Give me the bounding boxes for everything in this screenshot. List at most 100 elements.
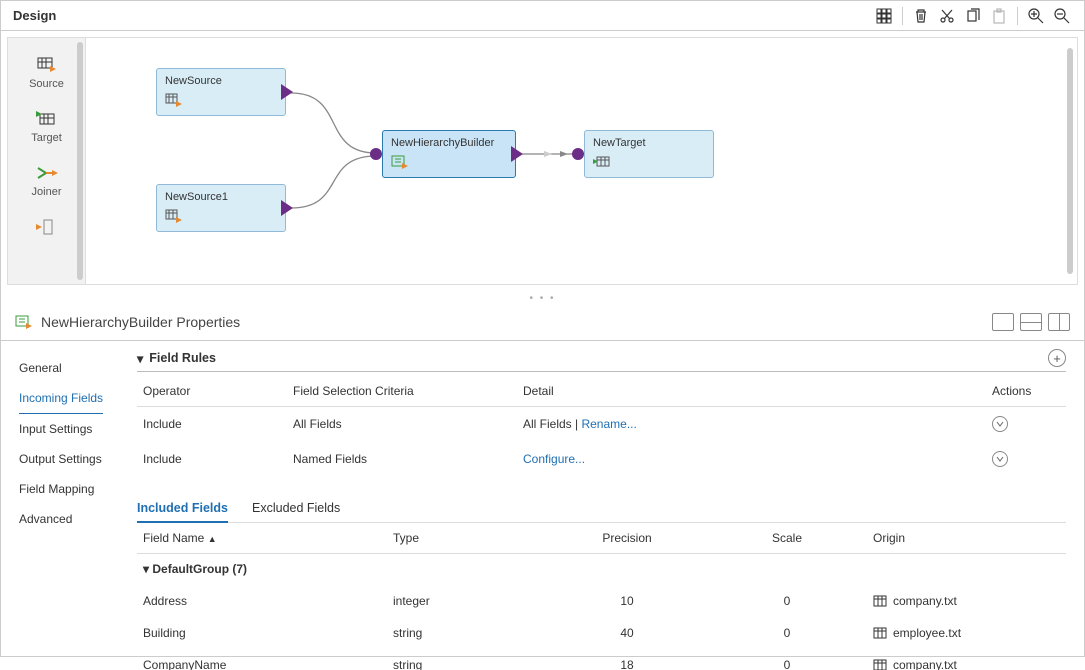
palette-more[interactable] [8, 210, 85, 248]
field-precision: 40 [547, 617, 707, 649]
properties-body: General Incoming Fields Input Settings O… [1, 340, 1084, 670]
properties-title: NewHierarchyBuilder Properties [41, 314, 240, 330]
rule-action-menu[interactable] [992, 416, 1008, 432]
toolbar-separator [1017, 7, 1018, 25]
sort-asc-icon: ▲ [208, 534, 217, 544]
properties-header: NewHierarchyBuilder Properties [1, 305, 1084, 340]
properties-nav: General Incoming Fields Input Settings O… [9, 341, 127, 670]
node-label: NewHierarchyBuilder [391, 137, 507, 149]
field-group-row[interactable]: ▾ DefaultGroup (7) [137, 554, 1066, 586]
output-port[interactable] [511, 146, 525, 162]
node-label: NewSource1 [165, 191, 277, 203]
field-name: CompanyName [137, 649, 387, 670]
source-icon [165, 93, 183, 107]
nav-output-settings[interactable]: Output Settings [19, 444, 127, 474]
nav-incoming-fields[interactable]: Incoming Fields [19, 383, 103, 414]
file-icon [873, 627, 887, 639]
rule-operator: Include [137, 442, 287, 477]
source-icon [36, 56, 58, 74]
col-origin[interactable]: Origin [867, 523, 1066, 554]
paste-icon [989, 6, 1009, 26]
field-origin: employee.txt [873, 626, 1060, 640]
node-newhierarchybuilder[interactable]: NewHierarchyBuilder [382, 130, 516, 178]
configure-link[interactable]: Configure... [523, 452, 585, 466]
col-scale[interactable]: Scale [707, 523, 867, 554]
rule-row: Include Named Fields Configure... [137, 442, 1066, 477]
node-newsource1[interactable]: NewSource1 [156, 184, 286, 232]
palette-target[interactable]: Target [8, 102, 85, 156]
palette-label: Source [29, 78, 64, 90]
target-icon [593, 155, 611, 169]
section-title-label: Field Rules [149, 351, 216, 365]
node-newsource[interactable]: NewSource [156, 68, 286, 116]
nav-general[interactable]: General [19, 353, 127, 383]
nav-advanced[interactable]: Advanced [19, 504, 127, 534]
target-icon [36, 110, 58, 128]
field-type: string [387, 649, 547, 670]
field-precision: 18 [547, 649, 707, 670]
tab-included-fields[interactable]: Included Fields [137, 495, 228, 523]
col-criteria: Field Selection Criteria [287, 376, 517, 407]
rule-criteria: Named Fields [287, 442, 517, 477]
more-icon [36, 218, 58, 236]
output-port[interactable] [281, 200, 295, 216]
design-header: Design [1, 1, 1084, 31]
grid-icon[interactable] [874, 6, 894, 26]
hierarchy-builder-icon [391, 155, 409, 169]
mapping-canvas[interactable]: NewSource NewSource1 NewHierarchyBuilder… [86, 38, 1077, 284]
source-icon [165, 209, 183, 223]
output-port[interactable] [281, 84, 295, 100]
field-origin: company.txt [873, 594, 1060, 608]
joiner-icon [36, 164, 58, 182]
nav-input-settings[interactable]: Input Settings [19, 414, 127, 444]
collapse-icon[interactable]: ▾ [143, 562, 149, 576]
palette-joiner[interactable]: Joiner [8, 156, 85, 210]
layout-vertical-split-button[interactable] [1048, 313, 1070, 331]
canvas-scrollbar[interactable] [1067, 48, 1073, 274]
panel-splitter[interactable]: • • • [1, 291, 1084, 305]
field-origin: company.txt [873, 658, 1060, 670]
col-precision[interactable]: Precision [547, 523, 707, 554]
rule-criteria: All Fields [287, 407, 517, 442]
add-rule-button[interactable]: + [1048, 349, 1066, 367]
field-row: Address integer 10 0 company.txt [137, 585, 1066, 617]
canvas-toolbar [874, 6, 1072, 26]
layout-single-button[interactable] [992, 313, 1014, 331]
fields-tabs: Included Fields Excluded Fields [137, 495, 1066, 523]
included-fields-table: Field Name ▲ Type Precision Scale Origin… [137, 523, 1066, 670]
zoom-out-icon[interactable] [1052, 6, 1072, 26]
palette-scrollbar[interactable] [77, 42, 83, 280]
field-scale: 0 [707, 585, 867, 617]
properties-content: ▾ Field Rules + Operator Field Selection… [127, 341, 1084, 670]
field-scale: 0 [707, 649, 867, 670]
rule-row: Include All Fields All Fields | Rename..… [137, 407, 1066, 442]
palette-label: Joiner [32, 186, 62, 198]
col-detail: Detail [517, 376, 986, 407]
col-operator: Operator [137, 376, 287, 407]
trash-icon[interactable] [911, 6, 931, 26]
toolbar-separator [902, 7, 903, 25]
copy-icon[interactable] [963, 6, 983, 26]
node-newtarget[interactable]: NewTarget [584, 130, 714, 178]
rename-link[interactable]: Rename... [581, 417, 636, 431]
rule-action-menu[interactable] [992, 451, 1008, 467]
rule-operator: Include [137, 407, 287, 442]
cut-icon[interactable] [937, 6, 957, 26]
node-label: NewTarget [593, 137, 705, 149]
col-field-name[interactable]: Field Name ▲ [137, 523, 387, 554]
rule-detail: Configure... [517, 442, 986, 477]
field-rules-table: Operator Field Selection Criteria Detail… [137, 376, 1066, 477]
collapse-icon[interactable]: ▾ [137, 351, 143, 366]
tab-excluded-fields[interactable]: Excluded Fields [252, 495, 340, 522]
nav-field-mapping[interactable]: Field Mapping [19, 474, 127, 504]
palette-label: Target [31, 132, 62, 144]
layout-horizontal-split-button[interactable] [1020, 313, 1042, 331]
rule-detail: All Fields | Rename... [517, 407, 986, 442]
zoom-in-icon[interactable] [1026, 6, 1046, 26]
col-type[interactable]: Type [387, 523, 547, 554]
field-row: CompanyName string 18 0 company.txt [137, 649, 1066, 670]
col-actions: Actions [986, 376, 1066, 407]
palette-source[interactable]: Source [8, 48, 85, 102]
field-row: Building string 40 0 employee.txt [137, 617, 1066, 649]
field-rules-section-header: ▾ Field Rules + [137, 349, 1066, 372]
